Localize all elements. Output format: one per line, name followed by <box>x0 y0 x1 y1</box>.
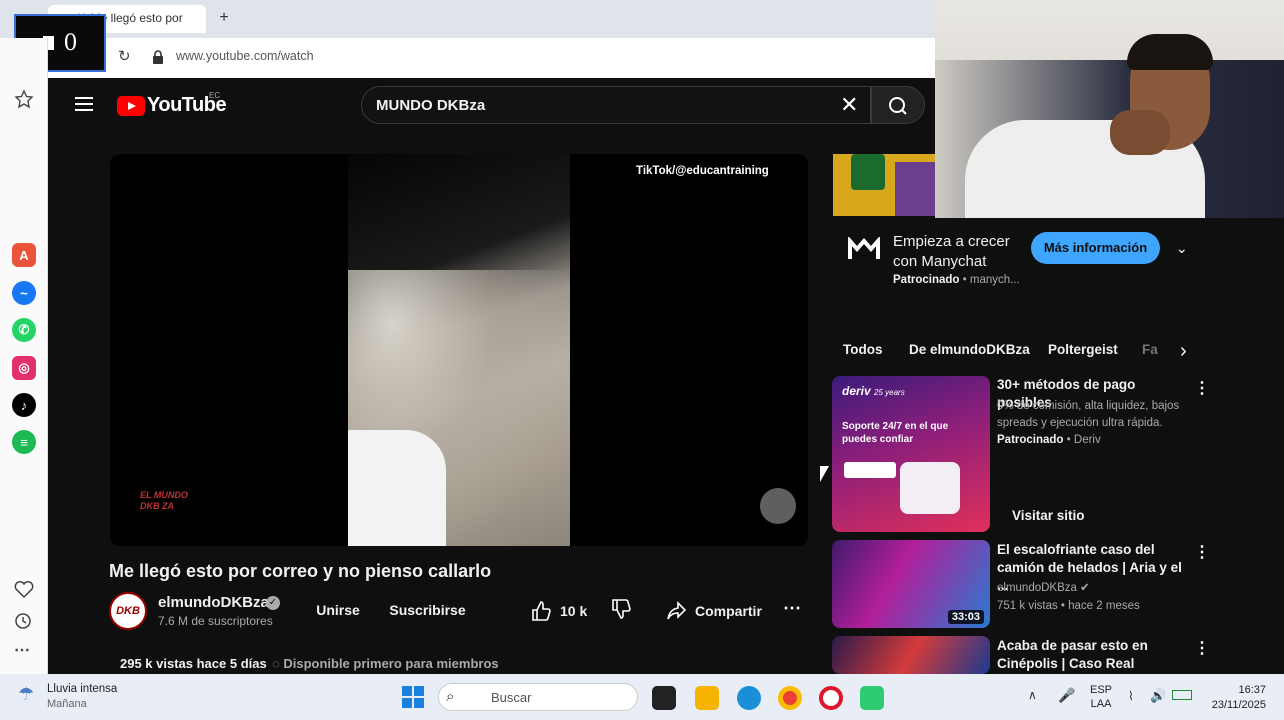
mouse-cursor <box>820 466 829 482</box>
share-button[interactable]: Compartir <box>665 598 765 624</box>
volume-icon[interactable]: 🔊 <box>1150 688 1166 704</box>
thumb-text: Soporte 24/7 en el que puedes confiar <box>842 421 949 445</box>
search-icon <box>889 97 907 115</box>
like-count: 10 k <box>560 603 588 619</box>
new-tab-button[interactable]: + <box>214 8 234 28</box>
ad-banner-image[interactable] <box>833 154 935 216</box>
history-clock-icon[interactable] <box>14 612 32 630</box>
thumbs-up-icon <box>532 601 551 621</box>
lock-icon <box>153 50 163 64</box>
members-first-note: ◌ Disponible primero para miembros <box>272 656 499 671</box>
related-channel[interactable]: elmundoDKBza ✔ <box>997 580 1182 597</box>
more-vert-icon[interactable]: ⋮ <box>1194 638 1210 658</box>
video-hand <box>348 430 446 546</box>
microphone-icon[interactable]: 🎤 <box>1058 687 1075 704</box>
thumbs-down-icon <box>612 599 631 619</box>
webcam-overlay <box>935 0 1284 218</box>
deriv-brand: deriv 25 years <box>842 384 905 398</box>
menu-icon[interactable] <box>75 97 93 111</box>
language-indicator[interactable]: ESP LAA <box>1090 683 1112 711</box>
more-vert-icon[interactable]: ⋮ <box>1194 378 1210 398</box>
more-vert-icon[interactable]: ⋮ <box>1194 542 1210 562</box>
chat-bubble-icon <box>900 462 960 514</box>
more-actions-icon[interactable]: ⋯ <box>782 598 802 624</box>
instagram-icon[interactable]: ◎ <box>12 356 36 380</box>
share-label: Compartir <box>695 603 762 619</box>
video-title: Me llegó esto por correo y no pienso cal… <box>109 561 492 581</box>
related-thumbnail[interactable]: 33:03 <box>832 540 990 628</box>
ad-title[interactable]: Empieza a crecer con Manychat <box>893 232 1023 272</box>
more-options-icon[interactable]: ⋯ <box>14 640 30 660</box>
opera-icon[interactable] <box>819 686 843 710</box>
clear-search-icon[interactable]: ✕ <box>840 94 860 116</box>
weather-subtitle: Mañana <box>47 698 87 710</box>
region-code: EC <box>209 91 221 100</box>
page-scrollbar[interactable] <box>1270 218 1284 674</box>
members-note-text: Disponible primero para miembros <box>283 656 499 671</box>
chrome-icon[interactable] <box>778 686 802 710</box>
related-thumbnail[interactable] <box>832 636 990 674</box>
search-button[interactable] <box>871 86 925 124</box>
chip-all[interactable]: Todos <box>843 342 883 357</box>
spotify-icon[interactable]: ≡ <box>12 430 36 454</box>
related-meta: 751 k vistas • hace 2 meses <box>997 600 1140 612</box>
messenger-icon[interactable]: ~ <box>12 281 36 305</box>
windows-start-icon[interactable] <box>402 686 424 708</box>
chip-partial[interactable]: Fa <box>1142 342 1158 357</box>
video-duration: 33:03 <box>947 610 984 624</box>
wifi-icon[interactable]: ⌇ <box>1128 689 1134 703</box>
task-view-icon[interactable] <box>652 686 676 710</box>
youtube-play-icon <box>117 96 145 116</box>
channel-logo-watermark[interactable] <box>760 488 796 524</box>
tiktok-icon[interactable]: ♪ <box>12 393 36 417</box>
rain-weather-icon[interactable]: ☂ <box>18 684 42 708</box>
bookmark-star-icon[interactable] <box>14 89 34 109</box>
search-input[interactable]: MUNDO DKBza <box>361 86 871 124</box>
search-icon: ⌕ <box>446 688 455 705</box>
verified-icon: ✔ <box>1080 582 1090 594</box>
dislike-button[interactable] <box>610 598 634 624</box>
subscriber-count: 7.6 M de suscriptores <box>158 614 273 628</box>
youtube-logo[interactable]: YouTube EC <box>117 91 227 118</box>
chip-poltergeist[interactable]: Poltergeist <box>1048 342 1118 357</box>
channel-watermark: EL MUNDO DKB ZA <box>140 490 188 511</box>
related-description: 0% de comisión, alta liquidez, bajos spr… <box>997 400 1180 429</box>
show-hidden-icons[interactable]: ∧ <box>1028 688 1037 702</box>
related-thumbnail-ad[interactable]: deriv 25 years Soporte 24/7 en el que pu… <box>832 376 990 532</box>
reload-icon[interactable]: ↻ <box>118 47 134 67</box>
manychat-logo-icon <box>848 237 880 259</box>
chip-channel[interactable]: De elmundoDKBza <box>909 342 1030 357</box>
counter-value: 0 <box>63 30 78 56</box>
related-title[interactable]: Acaba de pasar esto en Cinépolis | Caso … <box>997 637 1182 673</box>
chevron-down-icon[interactable]: ⌄ <box>1176 240 1194 256</box>
taskbar-clock[interactable]: 16:37 23/11/2025 <box>1200 683 1266 713</box>
like-button[interactable]: 10 k <box>530 598 600 624</box>
ad-advertiser: manych... <box>969 274 1020 286</box>
video-credit: TikTok/@educantraining <box>636 165 769 177</box>
aria-icon[interactable]: A <box>12 243 36 267</box>
view-count-date: 295 k vistas hace 5 días <box>120 656 267 671</box>
channel-name[interactable]: elmundoDKBza <box>158 594 269 611</box>
ad-cta-button[interactable]: Más información <box>1031 232 1160 264</box>
ad-sponsor-line: Patrocinado • manych... <box>893 274 1020 286</box>
battery-icon[interactable] <box>1172 690 1192 700</box>
file-explorer-icon[interactable] <box>695 686 719 710</box>
share-icon <box>667 601 687 620</box>
related-sponsor: Patrocinado • Deriv <box>997 434 1101 446</box>
join-button[interactable]: Unirse <box>303 596 373 624</box>
taskbar-search-input[interactable]: Buscar <box>438 683 638 711</box>
weather-title[interactable]: Lluvia intensa <box>47 683 117 695</box>
whatsapp-icon[interactable]: ✆ <box>12 318 36 342</box>
url-text[interactable]: www.youtube.com/watch <box>176 49 314 63</box>
app-icon[interactable] <box>860 686 884 710</box>
favorites-heart-icon[interactable] <box>14 581 34 599</box>
chevron-right-icon[interactable]: › <box>1180 340 1196 362</box>
verified-icon: ✓ <box>266 596 280 610</box>
thumb-button-shape <box>844 462 896 478</box>
subscribe-button[interactable]: Suscribirse <box>380 596 475 624</box>
visit-site-button[interactable]: Visitar sitio <box>1012 508 1085 523</box>
channel-avatar[interactable]: DKB <box>109 592 147 630</box>
sponsored-label: Patrocinado <box>893 274 960 286</box>
edge-icon[interactable] <box>737 686 761 710</box>
